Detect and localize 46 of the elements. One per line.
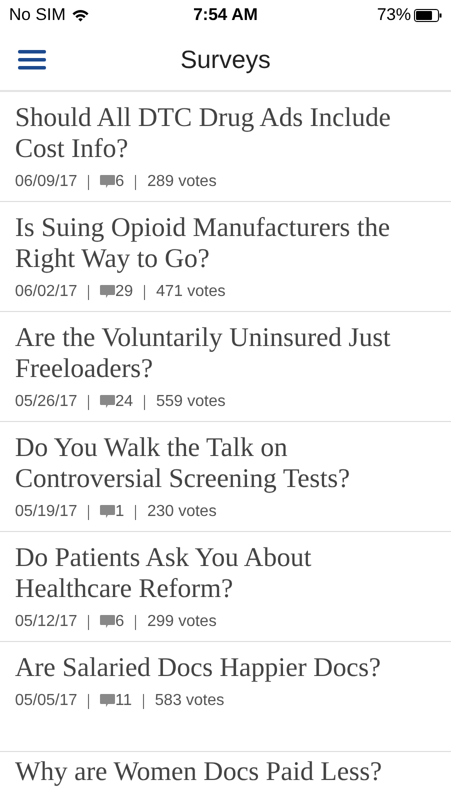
comment-count: 24 (115, 393, 134, 411)
vote-count: 230 votes (147, 503, 217, 521)
survey-item[interactable]: Are the Voluntarily Uninsured Just Freeloaders? 05/26/17 24 559 votes (0, 312, 451, 422)
clock-time: 7:54 AM (193, 5, 258, 25)
comment-icon (100, 694, 116, 708)
survey-date: 05/05/17 (15, 692, 78, 710)
menu-button[interactable] (18, 50, 46, 70)
carrier-label: No SIM (9, 5, 66, 25)
vote-count: 289 votes (147, 173, 217, 191)
survey-date: 05/12/17 (15, 613, 78, 631)
comment-icon (100, 175, 116, 189)
comment-count: 6 (115, 613, 124, 631)
survey-item[interactable]: Is Suing Opioid Manufacturers the Right Way to Go? 06/02/17 29 471 votes (0, 202, 451, 312)
survey-item[interactable]: Why are Women Docs Paid Less? (0, 752, 451, 800)
survey-title: Do Patients Ask You About Healthcare Reform? (15, 542, 312, 604)
comment-icon (100, 285, 116, 299)
survey-item[interactable]: Are Salaried Docs Happier Docs? 05/05/17 11 583 votes (0, 642, 451, 752)
survey-title: Is Suing Opioid Manufacturers the Right Way to Go? (15, 212, 391, 274)
comment-count: 1 (115, 503, 124, 521)
vote-count: 471 votes (156, 283, 226, 301)
vote-count: 583 votes (154, 692, 224, 710)
vote-count: 559 votes (156, 393, 226, 411)
survey-date: 05/26/17 (15, 393, 78, 411)
comment-count: 29 (115, 283, 134, 301)
survey-item[interactable]: Should All DTC Drug Ads Include Cost Info? 06/09/17 6 289 votes (0, 92, 451, 202)
battery-icon (414, 8, 442, 22)
comment-count: 6 (115, 173, 124, 191)
survey-title: Are the Voluntarily Uninsured Just Freeloaders? (15, 322, 392, 384)
survey-item[interactable]: Do You Walk the Talk on Controversial Screening Tests? 05/19/17 1 230 votes (0, 422, 451, 532)
battery-percentage: 73% (376, 5, 411, 25)
survey-date: 06/09/17 (15, 173, 78, 191)
survey-date: 05/19/17 (15, 503, 78, 521)
comment-count: 11 (115, 692, 132, 710)
survey-title: Are Salaried Docs Happier Docs? (15, 652, 382, 683)
survey-title: Why are Women Docs Paid Less? (15, 756, 383, 787)
comment-icon (100, 395, 116, 409)
vote-count: 299 votes (147, 613, 217, 631)
survey-item[interactable]: Do Patients Ask You About Healthcare Reform? 05/12/17 6 299 votes (0, 532, 451, 642)
survey-date: 06/02/17 (15, 283, 78, 301)
wifi-icon (72, 8, 89, 22)
menu-icon (18, 50, 46, 70)
screen-title: Surveys (180, 46, 271, 74)
comment-icon (100, 615, 116, 629)
survey-title: Should All DTC Drug Ads Include Cost Info? (15, 102, 392, 164)
comment-icon (100, 505, 116, 519)
survey-title: Do You Walk the Talk on Controversial Screening Tests? (15, 432, 352, 494)
